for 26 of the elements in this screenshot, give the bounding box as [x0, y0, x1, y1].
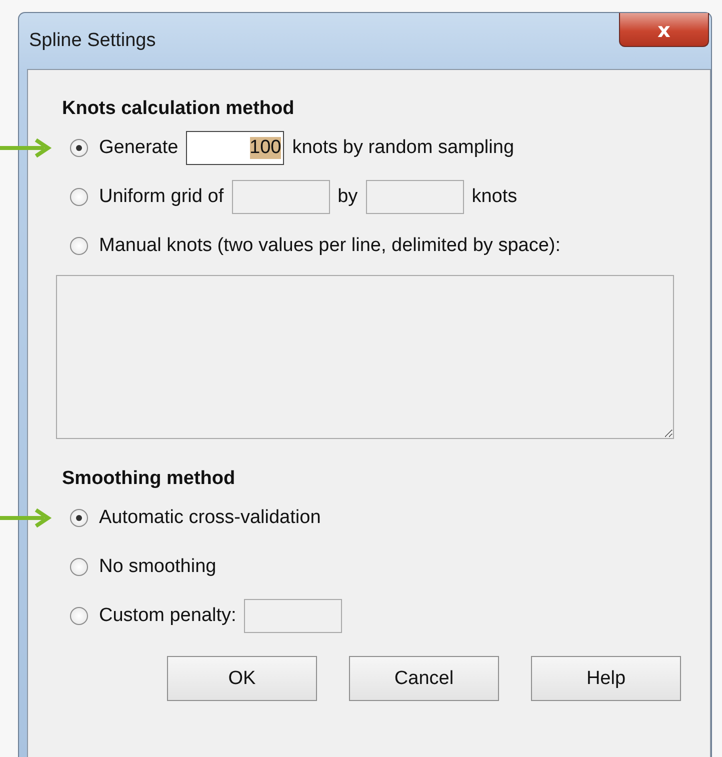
dialog-button[interactable]: Cancel	[349, 656, 499, 701]
close-button[interactable]: x	[619, 13, 709, 47]
radio-button[interactable]	[70, 139, 88, 157]
input-field[interactable]	[366, 180, 464, 214]
input-field[interactable]: 100	[186, 131, 284, 165]
dialog-button[interactable]: Help	[531, 656, 681, 701]
option-label: knots by random sampling	[292, 137, 514, 159]
input-field[interactable]	[232, 180, 330, 214]
section-heading: Knots calculation method	[62, 98, 296, 120]
option-label: Manual knots (two values per line, delimited by space):	[99, 235, 561, 257]
option-label: by	[338, 186, 358, 208]
option-label: Automatic cross-validation	[99, 507, 321, 529]
radio-button[interactable]	[70, 237, 88, 255]
radio-button[interactable]	[70, 188, 88, 206]
radio-button[interactable]	[70, 558, 88, 576]
option-label: knots	[472, 186, 518, 208]
radio-button[interactable]	[70, 607, 88, 625]
section-heading: Smoothing method	[62, 468, 236, 490]
option-label: No smoothing	[99, 556, 216, 578]
radio-button[interactable]	[70, 509, 88, 527]
window-title: Spline Settings	[29, 30, 156, 52]
option-label: Custom penalty:	[99, 605, 236, 627]
dialog-button[interactable]: OK	[167, 656, 317, 701]
option-label: Generate	[99, 137, 178, 159]
input-field[interactable]	[244, 599, 342, 633]
option-label: Uniform grid of	[99, 186, 224, 208]
